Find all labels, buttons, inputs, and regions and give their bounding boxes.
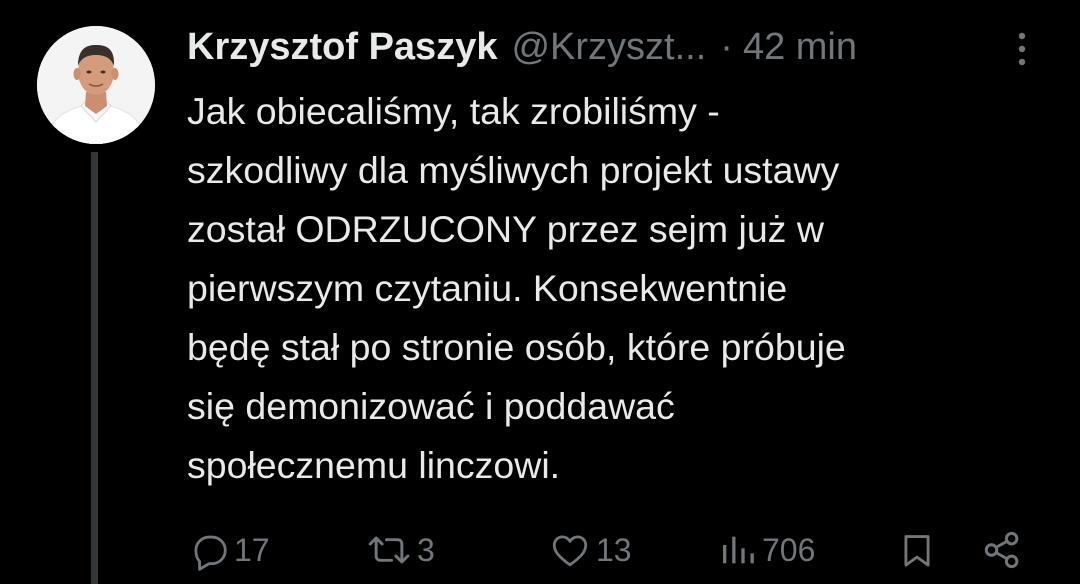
reply-button[interactable]: 17 — [188, 522, 270, 578]
tweet-text-line: Jak obiecaliśmy, tak zrobiliśmy - — [187, 90, 720, 132]
retweet-icon — [368, 536, 410, 564]
bookmark-icon — [904, 535, 930, 567]
retweet-button[interactable]: 3 — [365, 522, 435, 578]
views-chart-icon — [723, 536, 754, 564]
tweet-text-line: się demonizować i poddawać — [187, 385, 675, 427]
views-button[interactable]: 706 — [718, 522, 815, 578]
tweet-text-line: szkodliwy dla myśliwych projekt ustawy — [187, 149, 840, 191]
avatar-photo — [37, 26, 155, 144]
tweet-text: Jak obiecaliśmy, tak zrobiliśmy - szkodl… — [187, 82, 1037, 495]
tweet-action-bar: 17 3 13 706 — [0, 522, 1080, 578]
like-count: 13 — [596, 531, 632, 568]
retweet-count: 3 — [417, 531, 435, 568]
more-vertical-icon — [1018, 32, 1026, 66]
header-separator: · — [720, 25, 733, 68]
tweet-text-line: pierwszym czytaniu. Konsekwentnie — [187, 267, 788, 309]
tweet-text-line: został ODRZUCONY przez sejm już w — [187, 208, 824, 250]
author-name[interactable]: Krzysztof Paszyk — [187, 26, 497, 69]
tweet-header: Krzysztof Paszyk @Krzyszt... · 42 min — [187, 22, 857, 72]
author-handle[interactable]: @Krzyszt... — [511, 26, 706, 69]
reply-count: 17 — [234, 531, 270, 568]
bookmark-button[interactable] — [898, 522, 936, 578]
views-count: 706 — [762, 531, 816, 568]
thread-connector-line — [91, 152, 98, 584]
share-icon — [984, 531, 1019, 569]
tweet-text-line: społecznemu linczowi. — [187, 444, 561, 486]
tweet-timestamp[interactable]: 42 min — [743, 26, 857, 69]
author-avatar[interactable] — [37, 26, 155, 144]
reply-icon — [194, 535, 227, 571]
more-options-button[interactable] — [1010, 30, 1034, 70]
like-button[interactable]: 13 — [548, 522, 632, 578]
share-button[interactable] — [980, 522, 1024, 578]
tweet-text-line: będę stał po stronie osób, które próbuje — [187, 326, 846, 368]
heart-icon — [552, 535, 588, 567]
